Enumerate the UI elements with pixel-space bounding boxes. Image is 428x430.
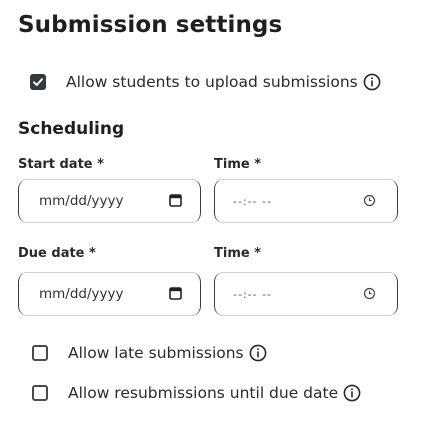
clock-icon[interactable] xyxy=(363,287,376,300)
start-date-value: mm/dd/yyyy xyxy=(39,193,124,209)
calendar-icon[interactable] xyxy=(169,193,182,207)
due-time-input[interactable]: --:-- -- xyxy=(214,272,398,316)
due-date-label: Due date * xyxy=(18,246,96,261)
start-time-label: Time * xyxy=(214,157,262,172)
info-circle-icon[interactable] xyxy=(363,73,381,91)
upload-submissions-checkbox[interactable] xyxy=(30,74,46,90)
start-date-label: Start date * xyxy=(18,157,104,172)
checkmark-icon xyxy=(33,78,43,86)
start-date-input[interactable]: mm/dd/yyyy xyxy=(18,179,201,223)
late-submissions-label: Allow late submissions xyxy=(68,344,244,362)
due-time-label: Time * xyxy=(214,246,262,261)
resubmissions-checkbox[interactable] xyxy=(32,385,48,401)
start-time-input[interactable]: --:-- -- xyxy=(214,179,398,223)
info-circle-icon[interactable] xyxy=(343,384,361,402)
due-date-input[interactable]: mm/dd/yyyy xyxy=(18,272,201,316)
resubmissions-label: Allow resubmissions until due date xyxy=(68,384,339,402)
due-date-value: mm/dd/yyyy xyxy=(39,286,124,302)
upload-submissions-label: Allow students to upload submissions xyxy=(66,73,358,91)
calendar-icon[interactable] xyxy=(169,286,182,300)
page-title: Submission settings xyxy=(18,12,283,38)
due-time-value: --:-- -- xyxy=(233,287,273,301)
info-circle-icon[interactable] xyxy=(249,344,267,362)
late-submissions-checkbox[interactable] xyxy=(32,345,48,361)
upload-submissions-row[interactable]: Allow students to upload submissions xyxy=(30,70,381,94)
scheduling-heading: Scheduling xyxy=(18,119,125,139)
resubmissions-row[interactable]: Allow resubmissions until due date xyxy=(32,381,361,405)
late-submissions-row[interactable]: Allow late submissions xyxy=(32,341,267,365)
start-time-value: --:-- -- xyxy=(233,194,273,208)
clock-icon[interactable] xyxy=(363,194,376,207)
